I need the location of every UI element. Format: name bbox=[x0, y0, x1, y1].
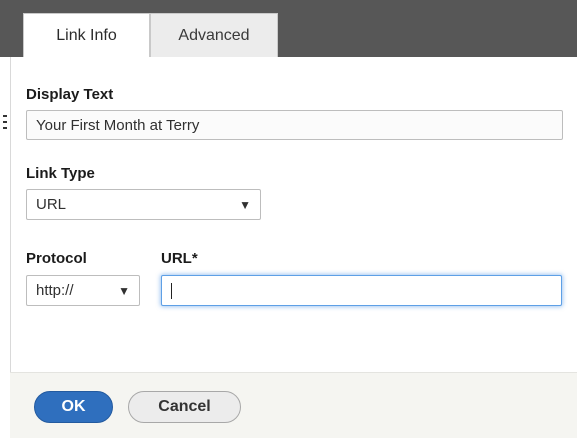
link-type-value: URL bbox=[36, 196, 67, 213]
tab-advanced-label: Advanced bbox=[178, 26, 250, 44]
link-dialog: Link Info Advanced Display Text Your Fir… bbox=[0, 0, 577, 438]
tab-link-info[interactable]: Link Info bbox=[23, 13, 150, 57]
link-type-label: Link Type bbox=[26, 165, 95, 182]
protocol-value: http:// bbox=[36, 282, 74, 299]
chevron-down-icon: ▼ bbox=[239, 197, 251, 212]
cancel-button-label: Cancel bbox=[158, 398, 211, 415]
edge-mark bbox=[3, 121, 7, 123]
ok-button[interactable]: OK bbox=[34, 391, 113, 423]
display-text-value: Your First Month at Terry bbox=[36, 116, 200, 134]
protocol-select[interactable]: http:// ▼ bbox=[26, 275, 140, 306]
edge-mark bbox=[3, 127, 7, 129]
chevron-down-icon: ▼ bbox=[118, 283, 130, 298]
display-text-input[interactable]: Your First Month at Terry bbox=[26, 110, 563, 140]
display-text-label: Display Text bbox=[26, 86, 114, 103]
url-label: URL* bbox=[161, 250, 198, 267]
ok-button-label: OK bbox=[61, 398, 86, 415]
url-input[interactable] bbox=[161, 275, 562, 306]
tab-advanced[interactable]: Advanced bbox=[150, 13, 278, 57]
tab-link-info-label: Link Info bbox=[56, 26, 117, 44]
cancel-button[interactable]: Cancel bbox=[128, 391, 241, 423]
link-type-select[interactable]: URL ▼ bbox=[26, 189, 261, 220]
protocol-label: Protocol bbox=[26, 250, 87, 267]
text-caret bbox=[171, 282, 172, 299]
edge-mark bbox=[3, 115, 7, 117]
